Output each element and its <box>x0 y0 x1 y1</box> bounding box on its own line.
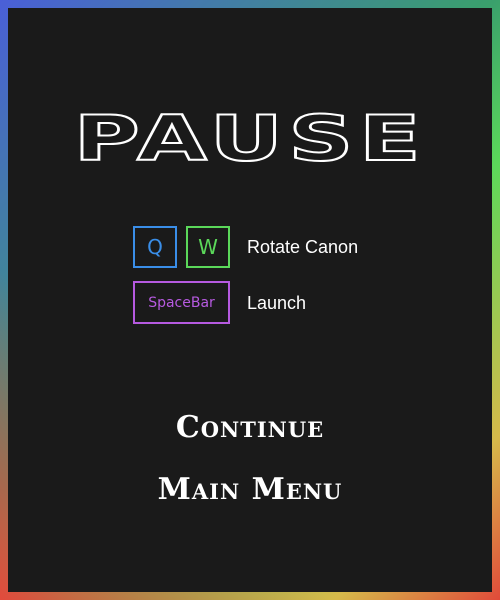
rotate-canon-label: Rotate Canon <box>247 237 359 257</box>
key-w-badge: W <box>186 226 230 268</box>
key-q-badge: Q <box>133 226 177 268</box>
launch-label: Launch <box>247 293 307 313</box>
main-menu-button[interactable]: Main Menu <box>0 472 500 507</box>
continue-button[interactable]: Continue <box>0 410 500 445</box>
key-spacebar-badge: SpaceBar <box>133 281 230 324</box>
pause-title: PAUSE <box>72 102 427 175</box>
